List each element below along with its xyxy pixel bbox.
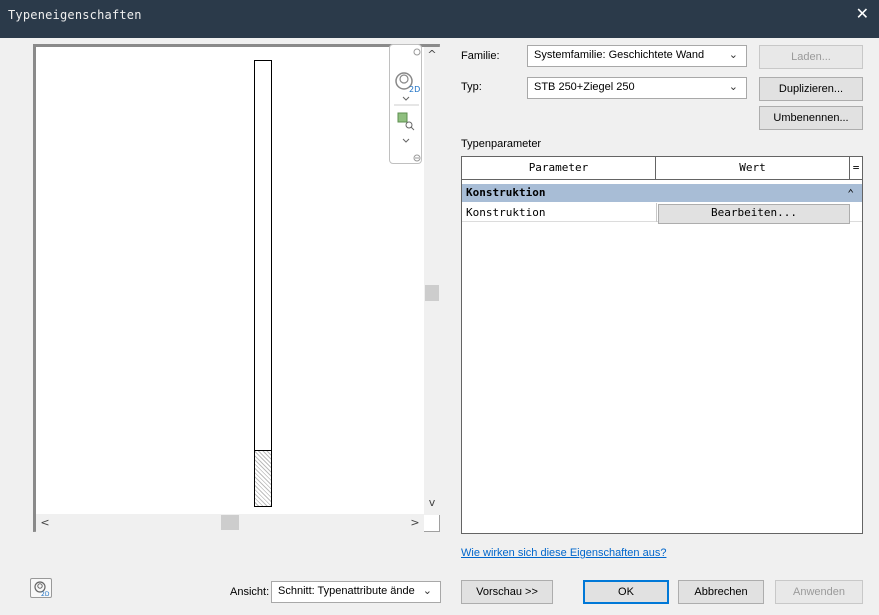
scroll-down-icon[interactable]: v <box>426 497 438 508</box>
vertical-scroll-thumb[interactable] <box>425 285 439 301</box>
horizontal-scroll-thumb[interactable] <box>221 515 239 530</box>
type-label: Typ: <box>461 81 482 93</box>
family-select[interactable]: Systemfamilie: Geschichtete Wand ⌄ <box>527 45 747 67</box>
view-label: Ansicht: <box>230 586 270 598</box>
table-row: Konstruktion Bearbeiten... <box>462 203 862 224</box>
preview-pane[interactable] <box>33 44 440 532</box>
window-title: Typeneigenschaften <box>8 8 142 22</box>
collapse-icon[interactable]: ⌃ <box>847 185 854 203</box>
type-parameters-label: Typenparameter <box>461 138 542 150</box>
parameter-name: Konstruktion <box>466 206 546 219</box>
scroll-up-icon[interactable]: ^ <box>426 49 438 60</box>
family-label: Familie: <box>461 50 500 62</box>
rename-button[interactable]: Umbenennen... <box>759 106 863 130</box>
view-select[interactable]: Schnitt: Typenattribute ände ⌄ <box>271 581 441 603</box>
column-header-parameter[interactable]: Parameter <box>462 157 656 180</box>
preview-vertical-scrollbar[interactable] <box>424 47 440 515</box>
chevron-down-icon: ⌄ <box>728 49 738 61</box>
load-button[interactable]: Laden... <box>759 45 863 69</box>
2d-view-icon[interactable]: 2D <box>30 578 52 598</box>
column-header-equals[interactable]: = <box>850 157 862 180</box>
category-name: Konstruktion <box>466 186 546 199</box>
help-link[interactable]: Wie wirken sich diese Eigenschaften aus? <box>461 547 666 559</box>
close-icon[interactable]: ✕ <box>856 6 869 22</box>
family-select-value: Systemfamilie: Geschichtete Wand <box>534 49 705 61</box>
svg-text:2D: 2D <box>409 85 420 94</box>
category-row-konstruktion[interactable]: Konstruktion ⌃ <box>462 184 862 202</box>
scroll-right-icon[interactable]: > <box>410 517 420 528</box>
cancel-button[interactable]: Abbrechen <box>678 580 764 604</box>
duplicate-button[interactable]: Duplizieren... <box>759 77 863 101</box>
navigation-bar: 2D <box>389 44 422 164</box>
chevron-down-icon: ⌄ <box>422 585 432 597</box>
2d-navigation-wheel-icon[interactable]: 2D <box>390 45 423 165</box>
type-select[interactable]: STB 250+Ziegel 250 ⌄ <box>527 77 747 99</box>
column-header-value[interactable]: Wert <box>656 157 850 180</box>
chevron-down-icon: ⌄ <box>728 81 738 93</box>
edit-structure-button[interactable]: Bearbeiten... <box>658 204 850 224</box>
wall-section-preview <box>254 60 272 507</box>
wall-hatch-layer <box>255 450 271 506</box>
cell-divider <box>656 203 657 222</box>
preview-button[interactable]: Vorschau >> <box>461 580 553 604</box>
apply-button[interactable]: Anwenden <box>775 580 863 604</box>
view-select-value: Schnitt: Typenattribute ände <box>278 585 415 597</box>
type-select-value: STB 250+Ziegel 250 <box>534 81 635 93</box>
scroll-left-icon[interactable]: < <box>40 517 50 528</box>
ok-button[interactable]: OK <box>583 580 669 604</box>
svg-text:2D: 2D <box>41 591 50 597</box>
